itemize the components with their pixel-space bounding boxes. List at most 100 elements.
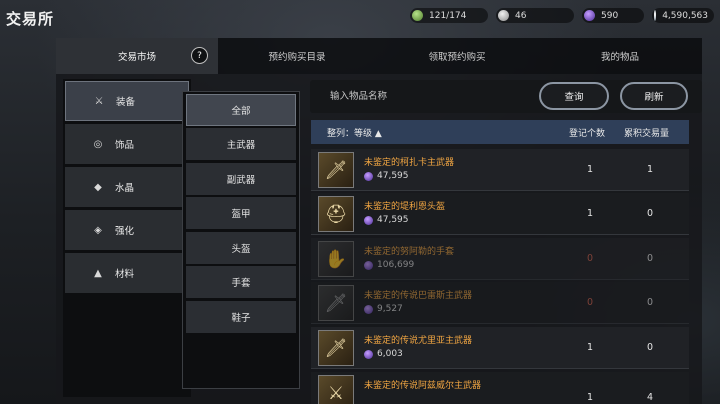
item-price: 106,699	[364, 260, 414, 270]
ring-icon: ◎	[93, 138, 103, 150]
category-accessory[interactable]: ◎ 饰品	[65, 124, 189, 164]
trade-volume: 1	[646, 164, 654, 175]
helmet-icon: ⛑	[318, 196, 354, 232]
item-name: 未鉴定的堤利恩头盔	[364, 202, 446, 212]
registered-count: 1	[586, 392, 594, 403]
currency-silver: 46	[496, 8, 574, 23]
currency-value: 4,590,563	[662, 10, 708, 21]
purple-gem-icon	[364, 349, 373, 359]
registered-count: 1	[586, 208, 594, 219]
registered-count: 0	[586, 253, 594, 264]
currency-gem: 590	[582, 8, 644, 23]
item-price: 47,595	[364, 171, 409, 181]
sword-icon: 🗡	[318, 330, 354, 366]
currency-value: 46	[515, 10, 527, 21]
trade-volume: 0	[646, 342, 654, 353]
subcategory-helmet[interactable]: 头盔	[186, 232, 296, 264]
trade-volume: 0	[646, 253, 654, 264]
item-name: 未鉴定的传说阿兹威尔主武器	[364, 381, 482, 391]
sword-icon: 🗡	[318, 152, 354, 188]
tab-reservation-list[interactable]: 预约购买目录	[218, 38, 376, 74]
table-row[interactable]: ✋ 未鉴定的努阿勒的手套 106,699 0 0	[311, 238, 689, 280]
column-volume: 累积交易量	[624, 128, 670, 139]
query-button[interactable]: 查询	[539, 82, 609, 110]
sort-toggle[interactable]: 整列：等级 ▲	[327, 126, 382, 139]
column-registered: 登记个数	[569, 128, 606, 139]
trade-volume: 0	[646, 208, 654, 219]
trade-volume: 0	[646, 297, 654, 308]
category-label: 饰品	[115, 140, 135, 151]
price-value: 47,595	[377, 171, 409, 181]
sword-icon: 🗡	[318, 285, 354, 321]
white-coin-icon	[654, 10, 657, 21]
search-input[interactable]	[316, 84, 536, 108]
table-header: 整列：等级 ▲ 登记个数 累积交易量	[311, 120, 689, 144]
tab-market[interactable]: 交易市场 ?	[56, 38, 218, 74]
subcategory-list: 全部 主武器 副武器 盔甲 头盔 手套 鞋子	[182, 91, 300, 389]
purple-gem-icon	[364, 260, 373, 270]
registered-count: 0	[586, 297, 594, 308]
item-name: 未鉴定的柯扎卡主武器	[364, 158, 455, 168]
page-title: 交易所	[6, 10, 55, 28]
table-row[interactable]: 🗡 未鉴定的传说巴雷斯主武器 9,527 0 0	[311, 282, 689, 324]
category-label: 强化	[115, 226, 135, 237]
item-price: 47,595	[364, 215, 409, 225]
category-label: 水晶	[115, 183, 135, 194]
subcategory-main-weapon[interactable]: 主武器	[186, 128, 296, 160]
silver-coin-icon	[498, 10, 509, 21]
category-enhance[interactable]: ◈ 强化	[65, 210, 189, 250]
tab-claim-reservation[interactable]: 领取预约购买	[376, 38, 538, 74]
price-value: 9,527	[377, 304, 403, 314]
subcategory-gloves[interactable]: 手套	[186, 266, 296, 298]
item-list: 🗡 未鉴定的柯扎卡主武器 47,595 1 1 ⛑ 未鉴定的堤利恩头盔 47,5…	[311, 149, 689, 404]
registered-count: 1	[586, 164, 594, 175]
item-price: 9,527	[364, 304, 403, 314]
subcategory-all[interactable]: 全部	[186, 94, 296, 126]
currency-bar: 121/174 46 590 4,590,563	[410, 8, 714, 23]
category-list: ⚔ 装备 ◎ 饰品 ◆ 水晶 ◈ 强化 ▲ 材料	[63, 79, 191, 397]
registered-count: 1	[586, 342, 594, 353]
category-material[interactable]: ▲ 材料	[65, 253, 189, 293]
category-equipment[interactable]: ⚔ 装备	[65, 81, 189, 121]
tab-label: 领取预约购买	[428, 52, 486, 63]
sort-label: 整列：等级	[327, 128, 373, 139]
tab-bar: 交易市场 ? 预约购买目录 领取预约购买 我的物品	[56, 38, 702, 74]
gauntlet-icon: ✋	[318, 241, 354, 277]
purple-gem-icon	[364, 215, 373, 225]
price-value: 106,699	[377, 260, 415, 270]
green-coin-icon	[412, 10, 423, 21]
enhance-icon: ◈	[94, 224, 102, 236]
crystal-icon: ◆	[94, 181, 102, 193]
subcategory-shoes[interactable]: 鞋子	[186, 301, 296, 333]
refresh-button[interactable]: 刷新	[620, 82, 688, 110]
crossed-swords-icon: ⚔	[94, 95, 104, 107]
price-value: 47,595	[377, 215, 409, 225]
crossed-swords-icon: ⚔	[318, 375, 354, 404]
category-crystal[interactable]: ◆ 水晶	[65, 167, 189, 207]
item-name: 未鉴定的传说巴雷斯主武器	[364, 291, 473, 301]
tab-my-items[interactable]: 我的物品	[538, 38, 702, 74]
category-label: 材料	[115, 269, 135, 280]
table-row[interactable]: ⚔ 未鉴定的传说阿兹威尔主武器 1 4	[311, 372, 689, 404]
item-price: 6,003	[364, 349, 403, 359]
tab-label: 预约购买目录	[268, 52, 326, 63]
currency-value: 121/174	[429, 10, 467, 21]
help-icon[interactable]: ?	[191, 47, 208, 64]
item-name: 未鉴定的努阿勒的手套	[364, 247, 455, 257]
sort-arrow-icon: ▲	[374, 128, 382, 139]
subcategory-sub-weapon[interactable]: 副武器	[186, 163, 296, 195]
currency-stamina: 121/174	[410, 8, 488, 23]
item-name: 未鉴定的传说尤里亚主武器	[364, 336, 473, 346]
purple-gem-icon	[584, 10, 595, 21]
subcategory-armor[interactable]: 盔甲	[186, 197, 296, 229]
purple-gem-icon	[364, 171, 373, 181]
price-value: 6,003	[377, 349, 403, 359]
currency-value: 590	[601, 10, 619, 21]
potion-icon: ▲	[94, 267, 102, 279]
table-row[interactable]: 🗡 未鉴定的传说尤里亚主武器 6,003 1 0	[311, 327, 689, 369]
category-label: 装备	[116, 97, 136, 108]
table-row[interactable]: 🗡 未鉴定的柯扎卡主武器 47,595 1 1	[311, 149, 689, 191]
table-row[interactable]: ⛑ 未鉴定的堤利恩头盔 47,595 1 0	[311, 193, 689, 235]
tab-label: 我的物品	[600, 52, 639, 63]
purple-gem-icon	[364, 304, 373, 314]
